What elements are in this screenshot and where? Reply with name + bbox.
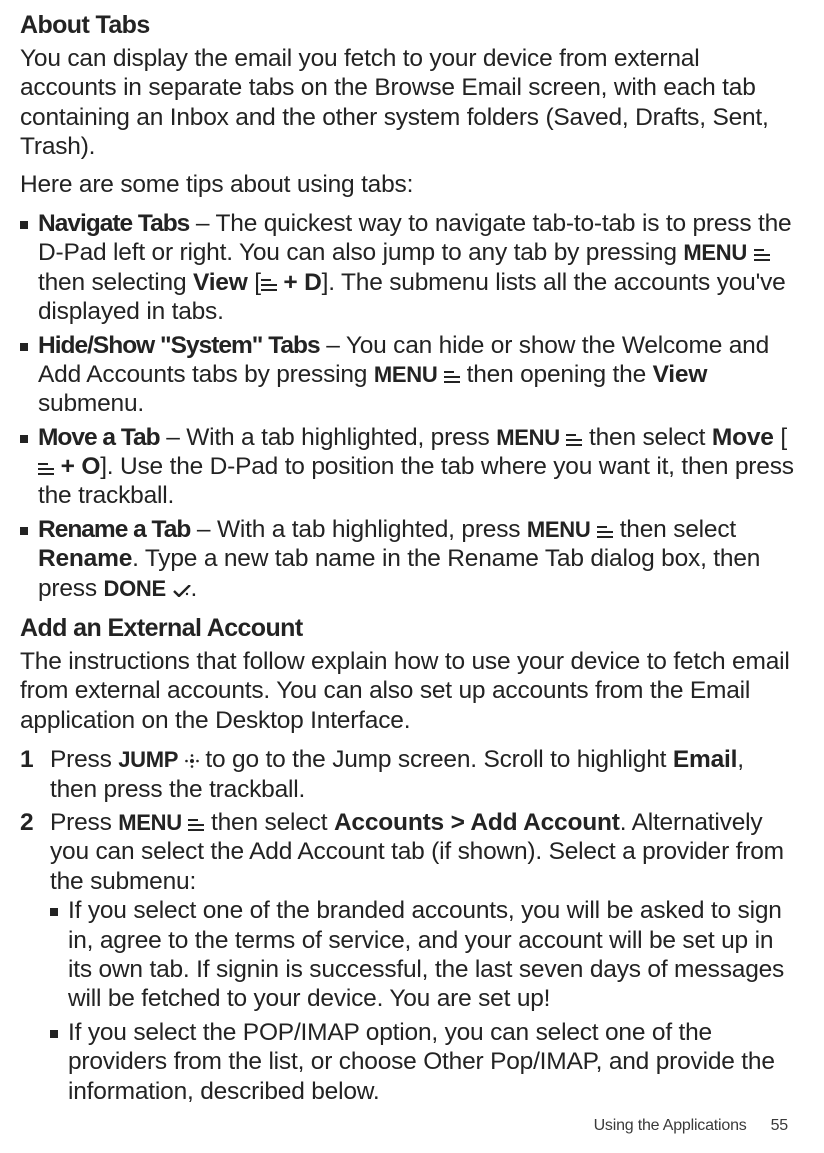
tip-title: Navigate Tabs	[38, 210, 189, 237]
view-label: View	[193, 269, 248, 296]
sep: –	[190, 516, 217, 543]
sub-item: If you select one of the branded account…	[50, 896, 794, 1014]
menu-icon	[566, 434, 582, 446]
jump-label: JUMP	[118, 747, 178, 772]
add-account-steps: 1 Press JUMP to go to the Jump screen. S…	[20, 745, 794, 1106]
menu-label: MENU	[118, 810, 182, 835]
tip-title: Hide/Show "System" Tabs	[38, 332, 320, 359]
sep: –	[320, 332, 346, 359]
heading-about-tabs: About Tabs	[20, 10, 794, 40]
sub-item: If you select the POP/IMAP option, you c…	[50, 1018, 794, 1106]
accounts-path: Accounts > Add Account	[334, 809, 620, 836]
tip-title: Rename a Tab	[38, 516, 190, 543]
menu-icon	[261, 279, 277, 291]
tip-title: Move a Tab	[38, 424, 160, 451]
step-number: 1	[20, 745, 50, 804]
txt: [	[248, 269, 261, 296]
menu-label: MENU	[683, 240, 747, 265]
tip-rename-tab: Rename a Tab – With a tab highlighted, p…	[20, 515, 794, 603]
txt: to go to the Jump screen. Scroll to high…	[199, 746, 673, 773]
check-icon	[173, 585, 191, 597]
menu-label: MENU	[527, 517, 591, 542]
txt: If you select one of the branded account…	[68, 897, 784, 1012]
txt: ]. Use the D-Pad to position the tab whe…	[38, 453, 794, 509]
txt: then opening the	[460, 361, 653, 388]
sep: –	[189, 210, 215, 237]
txt: With a tab highlighted, press	[186, 424, 496, 451]
view-label: View	[653, 361, 708, 388]
txt: .	[191, 575, 198, 602]
page-footer: Using the Applications 55	[20, 1116, 794, 1135]
tips-list: Navigate Tabs – The quickest way to navi…	[20, 209, 794, 603]
step-2-sublist: If you select one of the branded account…	[50, 896, 794, 1106]
tip-hide-show: Hide/Show "System" Tabs – You can hide o…	[20, 331, 794, 419]
tip-move-tab: Move a Tab – With a tab highlighted, pre…	[20, 423, 794, 511]
txt: then select	[204, 809, 334, 836]
step-2: 2 Press MENU then select Accounts > Add …	[20, 808, 794, 1106]
txt: then selecting	[38, 269, 193, 296]
move-label: Move	[712, 424, 774, 451]
menu-icon	[188, 819, 204, 831]
page-content: About Tabs You can display the email you…	[20, 10, 794, 1135]
email-label: Email	[673, 746, 737, 773]
txt: With a tab highlighted, press	[217, 516, 527, 543]
shortcut: + D	[277, 269, 322, 296]
heading-add-account: Add an External Account	[20, 613, 794, 643]
txt: then select	[613, 516, 736, 543]
about-tabs-intro: You can display the email you fetch to y…	[20, 44, 794, 162]
tips-intro: Here are some tips about using tabs:	[20, 170, 794, 199]
step-body: Press MENU then select Accounts > Add Ac…	[50, 808, 794, 896]
menu-label: MENU	[374, 362, 438, 387]
txt: Press	[50, 809, 118, 836]
shortcut: + O	[54, 453, 100, 480]
jump-icon	[185, 754, 199, 768]
done-label: DONE	[104, 576, 166, 601]
menu-label: MENU	[496, 425, 560, 450]
txt: submenu.	[38, 390, 144, 417]
menu-icon	[444, 371, 460, 383]
sep: –	[160, 424, 187, 451]
txt: Press	[50, 746, 118, 773]
menu-icon	[597, 526, 613, 538]
footer-page-number: 55	[771, 1116, 788, 1135]
step-1: 1 Press JUMP to go to the Jump screen. S…	[20, 745, 794, 804]
tip-navigate-tabs: Navigate Tabs – The quickest way to navi…	[20, 209, 794, 327]
txt: If you select the POP/IMAP option, you c…	[68, 1019, 775, 1105]
footer-section: Using the Applications	[594, 1116, 747, 1135]
step-number: 2	[20, 808, 50, 896]
step-body: Press JUMP to go to the Jump screen. Scr…	[50, 745, 794, 804]
txt: [	[774, 424, 787, 451]
menu-icon	[38, 463, 54, 475]
txt: then select	[582, 424, 712, 451]
add-account-intro: The instructions that follow explain how…	[20, 647, 794, 735]
rename-label: Rename	[38, 545, 132, 572]
menu-icon	[754, 249, 770, 261]
